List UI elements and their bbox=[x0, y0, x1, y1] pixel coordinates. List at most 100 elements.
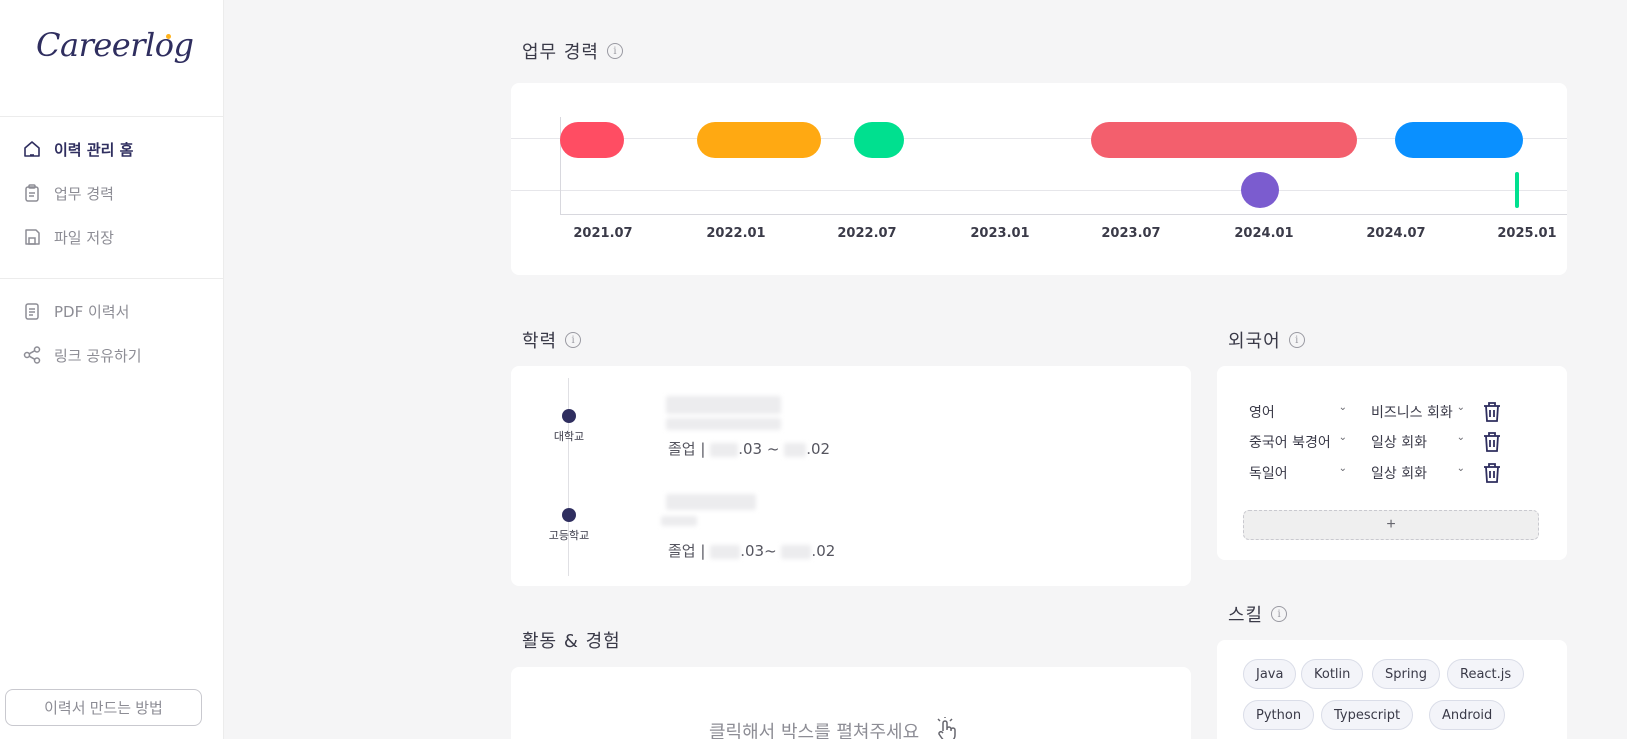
blurred-major bbox=[661, 516, 697, 526]
education-level: 대학교 bbox=[553, 430, 585, 443]
language-level-select[interactable]: 일상 회화 ⌄ bbox=[1353, 432, 1473, 452]
career-bar-2[interactable] bbox=[697, 122, 821, 158]
trash-icon[interactable] bbox=[1481, 430, 1503, 454]
chevron-down-icon: ⌄ bbox=[1338, 463, 1347, 474]
sidebar-item-home[interactable]: 이력 관리 홈 bbox=[22, 136, 133, 162]
education-period: 졸업 | .03 ~ .02 bbox=[668, 438, 830, 459]
trash-icon[interactable] bbox=[1481, 461, 1503, 485]
career-timeline-card: 2021.07 2022.01 2022.07 2023.01 2023.07 … bbox=[511, 83, 1567, 275]
language-level-value: 일상 회화 bbox=[1371, 466, 1427, 482]
skill-chip[interactable]: Python bbox=[1243, 700, 1315, 730]
language-card: 영어 ⌄ 비즈니스 회화 ⌄ 중국어 북경어 ⌄ 일상 회화 ⌄ 독일어 ⌄ 일상 회화 ⌄… bbox=[1217, 366, 1567, 560]
chevron-down-icon: ⌄ bbox=[1456, 463, 1465, 474]
info-icon[interactable]: i bbox=[565, 332, 582, 348]
info-icon[interactable]: i bbox=[1271, 606, 1288, 622]
education-status: 졸업 | bbox=[668, 542, 706, 560]
skill-chip[interactable]: React.js bbox=[1447, 659, 1525, 689]
career-bar-3[interactable] bbox=[854, 122, 904, 158]
add-language-button[interactable]: + bbox=[1243, 510, 1539, 540]
sidebar-divider bbox=[0, 116, 224, 117]
sidebar-item-label: 업무 경력 bbox=[54, 184, 114, 203]
info-icon[interactable]: i bbox=[606, 43, 623, 59]
language-title-text: 외국어 bbox=[1228, 331, 1281, 352]
how-to-resume-button[interactable]: 이력서 만드는 방법 bbox=[5, 689, 202, 726]
sidebar-item-label: 이력 관리 홈 bbox=[54, 140, 134, 159]
skill-chip[interactable]: Android bbox=[1429, 700, 1506, 730]
chevron-down-icon: ⌄ bbox=[1456, 432, 1465, 443]
blurred-date bbox=[781, 544, 812, 559]
career-bar-6[interactable] bbox=[1241, 172, 1279, 208]
career-bar-5[interactable] bbox=[1395, 122, 1523, 158]
blurred-date bbox=[710, 544, 741, 559]
tap-hand-icon bbox=[937, 717, 956, 739]
timeline-tick-label: 2024.01 bbox=[1234, 226, 1294, 241]
logo-text: Careerlog bbox=[36, 26, 194, 64]
timeline-tick-label: 2022.01 bbox=[706, 226, 766, 241]
share-icon bbox=[23, 346, 41, 364]
timeline-tick-label: 2022.07 bbox=[837, 226, 897, 241]
education-dot bbox=[562, 409, 576, 423]
timeline-tick-label: 2021.07 bbox=[573, 226, 633, 241]
education-dot bbox=[562, 508, 576, 522]
sidebar-item-label: PDF 이력서 bbox=[54, 302, 130, 321]
timeline-tick-label: 2025.01 bbox=[1497, 226, 1557, 241]
sidebar-item-label: 파일 저장 bbox=[54, 228, 114, 247]
chevron-down-icon: ⌄ bbox=[1338, 432, 1347, 443]
sidebar-item-files[interactable]: 파일 저장 bbox=[22, 224, 114, 250]
sidebar-divider bbox=[0, 278, 224, 279]
career-bar-1[interactable] bbox=[560, 122, 624, 158]
skill-chip[interactable]: Typescript bbox=[1321, 700, 1414, 730]
language-level-select[interactable]: 비즈니스 회화 ⌄ bbox=[1353, 402, 1473, 422]
language-value: 영어 bbox=[1249, 405, 1275, 421]
activities-card[interactable]: 클릭해서 박스를 펼쳐주세요 bbox=[511, 667, 1191, 739]
language-select[interactable]: 영어 ⌄ bbox=[1249, 402, 1353, 422]
language-select[interactable]: 중국어 북경어 ⌄ bbox=[1249, 432, 1353, 452]
skills-title-text: 스킬 bbox=[1228, 605, 1264, 626]
education-period-end: .02 bbox=[806, 440, 831, 458]
skills-section-title: 스킬 i bbox=[1228, 601, 1288, 627]
education-section-title: 학력 i bbox=[522, 327, 582, 353]
education-title-text: 학력 bbox=[522, 331, 558, 352]
sidebar-item-career[interactable]: 업무 경력 bbox=[22, 180, 114, 206]
timeline-tick-label: 2024.07 bbox=[1366, 226, 1426, 241]
language-row: 영어 ⌄ 비즈니스 회화 ⌄ bbox=[1249, 400, 1503, 424]
education-timeline-line bbox=[568, 378, 569, 576]
language-level-value: 일상 회화 bbox=[1371, 435, 1427, 451]
skill-chip[interactable]: Kotlin bbox=[1301, 659, 1364, 689]
clipboard-icon bbox=[25, 184, 39, 202]
blurred-date bbox=[784, 442, 807, 457]
education-period-end: .02 bbox=[811, 542, 836, 560]
info-icon[interactable]: i bbox=[1288, 332, 1305, 348]
career-bar-4[interactable] bbox=[1091, 122, 1357, 158]
expand-hint: 클릭해서 박스를 펼쳐주세요 bbox=[709, 717, 961, 739]
language-row: 중국어 북경어 ⌄ 일상 회화 ⌄ bbox=[1249, 430, 1503, 454]
language-level-select[interactable]: 일상 회화 ⌄ bbox=[1353, 463, 1473, 483]
language-value: 중국어 북경어 bbox=[1249, 435, 1331, 451]
app-logo[interactable]: Careerlog bbox=[36, 26, 194, 64]
career-bar-7[interactable] bbox=[1515, 172, 1519, 208]
education-period-start: .03~ bbox=[740, 542, 782, 560]
timeline-row-line bbox=[511, 190, 1567, 191]
language-section-title: 외국어 i bbox=[1228, 327, 1305, 353]
career-title-text: 업무 경력 bbox=[522, 42, 599, 63]
language-value: 독일어 bbox=[1249, 466, 1288, 482]
blurred-major bbox=[666, 418, 781, 430]
language-row: 독일어 ⌄ 일상 회화 ⌄ bbox=[1249, 461, 1503, 485]
save-icon bbox=[25, 229, 40, 245]
trash-icon[interactable] bbox=[1481, 400, 1503, 424]
sidebar-item-label: 링크 공유하기 bbox=[54, 346, 142, 365]
sidebar-item-pdf[interactable]: PDF 이력서 bbox=[22, 298, 129, 324]
education-period-start: .03 ~ bbox=[738, 440, 785, 458]
blurred-date bbox=[710, 442, 739, 457]
language-select[interactable]: 독일어 ⌄ bbox=[1249, 463, 1353, 483]
logo-dot bbox=[166, 34, 171, 39]
sidebar-item-share[interactable]: 링크 공유하기 bbox=[22, 342, 142, 368]
timeline-tick-label: 2023.01 bbox=[970, 226, 1030, 241]
education-card[interactable]: 대학교 졸업 | .03 ~ .02 고등학교 졸업 | .03~ .02 bbox=[511, 366, 1191, 586]
skill-chip[interactable]: Java bbox=[1243, 659, 1297, 689]
skill-chip[interactable]: Spring bbox=[1372, 659, 1440, 689]
sidebar: Careerlog 이력 관리 홈 업무 경력 파일 저장 PDF 이력서 링크… bbox=[0, 0, 224, 739]
timeline-tick-label: 2023.07 bbox=[1101, 226, 1161, 241]
education-period: 졸업 | .03~ .02 bbox=[668, 540, 835, 561]
timeline-x-axis bbox=[560, 214, 1567, 215]
